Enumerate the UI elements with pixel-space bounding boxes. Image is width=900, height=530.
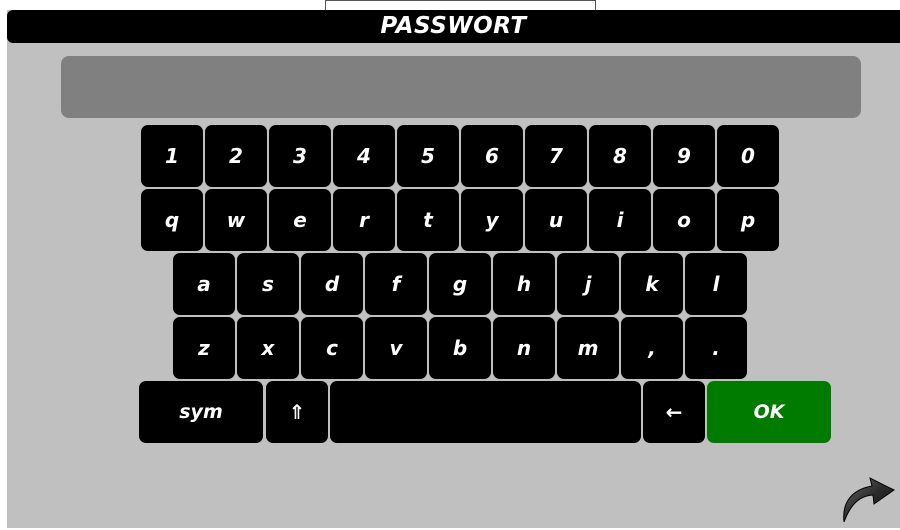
key-x[interactable]: x	[237, 317, 299, 379]
key-c[interactable]: c	[301, 317, 363, 379]
key-d[interactable]: d	[301, 253, 363, 315]
key-j[interactable]: j	[557, 253, 619, 315]
backspace-arrow-icon: ←	[665, 400, 683, 424]
key-z[interactable]: z	[173, 317, 235, 379]
key-h[interactable]: h	[493, 253, 555, 315]
key-r[interactable]: r	[333, 189, 395, 251]
shift-arrow-icon: ⇑	[288, 400, 306, 424]
key-7[interactable]: 7	[525, 125, 587, 187]
page-title: PASSWORT	[7, 10, 900, 43]
curved-back-arrow-icon	[843, 477, 895, 523]
key-s[interactable]: s	[237, 253, 299, 315]
key-0[interactable]: 0	[717, 125, 779, 187]
back-button[interactable]	[836, 466, 896, 526]
key-comma[interactable]: ,	[621, 317, 683, 379]
key-f[interactable]: f	[365, 253, 427, 315]
key-6[interactable]: 6	[461, 125, 523, 187]
key-1[interactable]: 1	[141, 125, 203, 187]
key-k[interactable]: k	[621, 253, 683, 315]
key-a[interactable]: a	[173, 253, 235, 315]
key-u[interactable]: u	[525, 189, 587, 251]
key-e[interactable]: e	[269, 189, 331, 251]
key-t[interactable]: t	[397, 189, 459, 251]
key-n[interactable]: n	[493, 317, 555, 379]
sym-button[interactable]: sym	[139, 381, 263, 443]
shift-button[interactable]: ⇑	[266, 381, 328, 443]
key-9[interactable]: 9	[653, 125, 715, 187]
backspace-button[interactable]: ←	[643, 381, 705, 443]
key-g[interactable]: g	[429, 253, 491, 315]
key-y[interactable]: y	[461, 189, 523, 251]
key-5[interactable]: 5	[397, 125, 459, 187]
key-b[interactable]: b	[429, 317, 491, 379]
key-w[interactable]: w	[205, 189, 267, 251]
key-m[interactable]: m	[557, 317, 619, 379]
top-tab	[325, 0, 596, 10]
key-p[interactable]: p	[717, 189, 779, 251]
key-o[interactable]: o	[653, 189, 715, 251]
key-8[interactable]: 8	[589, 125, 651, 187]
key-l[interactable]: l	[685, 253, 747, 315]
key-q[interactable]: q	[141, 189, 203, 251]
key-4[interactable]: 4	[333, 125, 395, 187]
key-3[interactable]: 3	[269, 125, 331, 187]
space-button[interactable]	[330, 381, 641, 443]
key-2[interactable]: 2	[205, 125, 267, 187]
key-i[interactable]: i	[589, 189, 651, 251]
key-v[interactable]: v	[365, 317, 427, 379]
password-field[interactable]	[61, 56, 861, 118]
ok-button[interactable]: OK	[707, 381, 831, 443]
key-period[interactable]: .	[685, 317, 747, 379]
